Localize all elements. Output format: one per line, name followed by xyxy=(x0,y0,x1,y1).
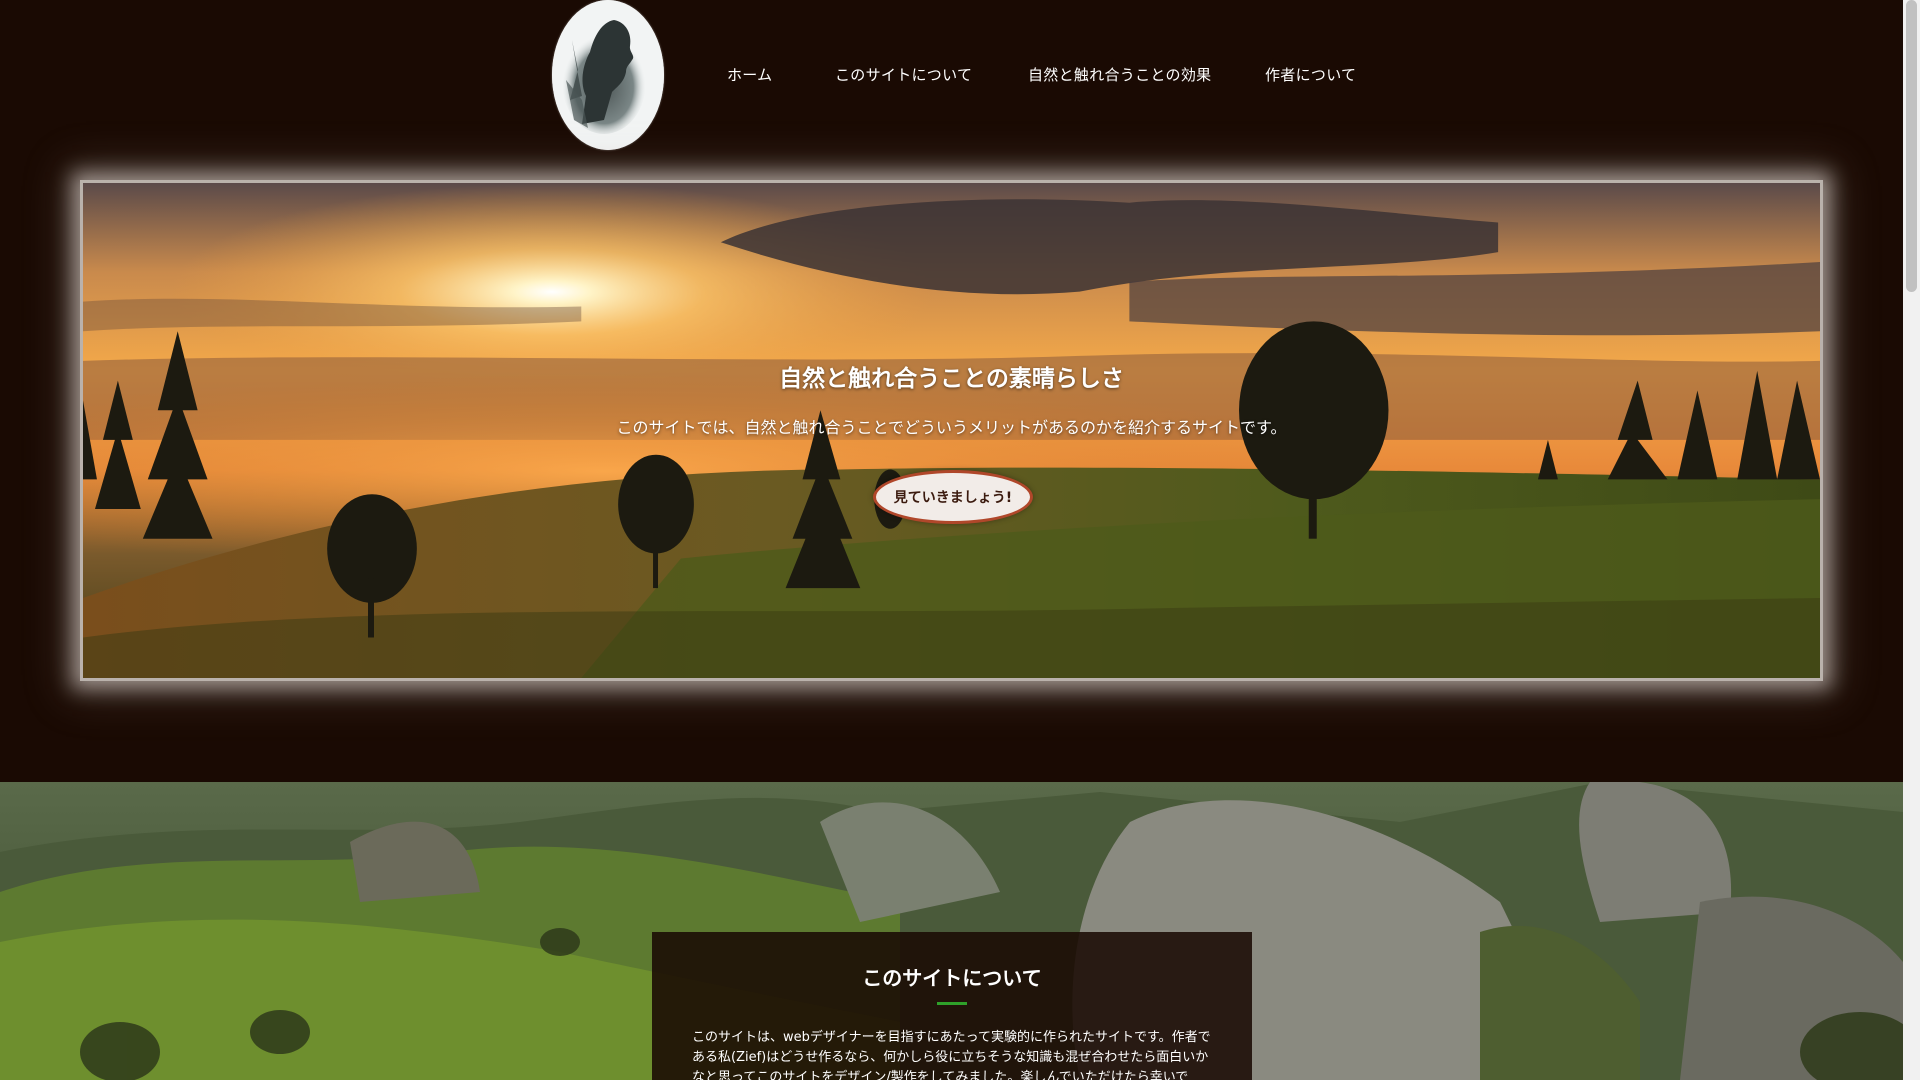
page-scrollbar[interactable] xyxy=(1903,0,1920,1080)
about-text: このサイトは、webデザイナーを目指すにあたって実験的に作られたサイトです。作者… xyxy=(692,1030,1211,1080)
about-card: このサイトについて このサイトは、webデザイナーを目指すにあたって実験的に作ら… xyxy=(652,932,1252,1080)
nav-home[interactable]: ホーム xyxy=(727,64,772,85)
hero-title: 自然と触れ合うことの素晴らしさ xyxy=(779,366,1124,392)
about-section: このサイトについて このサイトは、webデザイナーを目指すにあたって実験的に作ら… xyxy=(0,782,1903,1080)
about-title: このサイトについて xyxy=(862,966,1042,990)
nav-nature-effects[interactable]: 自然と触れ合うことの効果 xyxy=(1028,64,1211,85)
scrollbar-thumb[interactable] xyxy=(1906,0,1917,292)
hero-banner: 自然と触れ合うことの素晴らしさ このサイトでは、自然と触れ合うことでどういうメリ… xyxy=(80,180,1823,681)
portrait-logo-icon[interactable] xyxy=(552,0,664,150)
explore-button[interactable]: 見ていきましょう! xyxy=(873,470,1033,524)
nav-about-author[interactable]: 作者について xyxy=(1265,64,1356,85)
hero-subtitle: このサイトでは、自然と触れ合うことでどういうメリットがあるのかを紹介するサイトで… xyxy=(616,418,1287,437)
nav-about-site[interactable]: このサイトについて xyxy=(835,64,972,85)
site-header: ホーム このサイトについて 自然と触れ合うことの効果 作者について xyxy=(0,0,1903,160)
title-underline xyxy=(937,1002,967,1005)
